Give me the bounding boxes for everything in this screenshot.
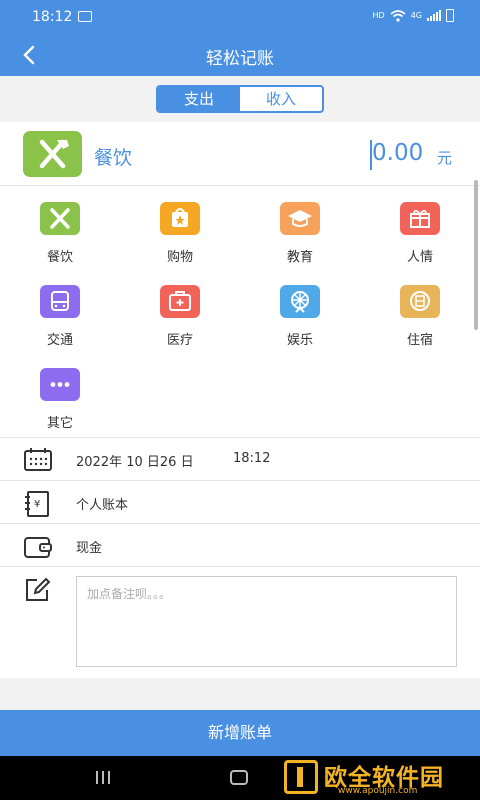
category-item-dining[interactable]: 餐饮 bbox=[0, 202, 120, 282]
category-label: 娱乐 bbox=[286, 333, 313, 348]
status-time: 18:12 bbox=[32, 9, 73, 25]
add-bill-button[interactable]: 新增账单 bbox=[0, 710, 480, 756]
category-label: 住宿 bbox=[406, 333, 433, 348]
payment-method-label: 现金 bbox=[76, 541, 103, 556]
scrollbar[interactable] bbox=[474, 180, 478, 330]
category-label: 医疗 bbox=[166, 333, 193, 348]
gift-icon bbox=[400, 202, 440, 235]
shopping-bag-icon bbox=[160, 202, 200, 235]
note-textarea[interactable]: 加点备注呗。。。 bbox=[76, 576, 457, 667]
amount-input[interactable]: 0.00 bbox=[372, 140, 423, 166]
category-label: 教育 bbox=[286, 250, 313, 265]
home-button[interactable] bbox=[230, 770, 248, 785]
svg-text:¥: ¥ bbox=[34, 499, 40, 510]
date-row[interactable]: 2022年 10 日26 日 18:12 bbox=[0, 437, 480, 480]
account-book-label: 个人账本 bbox=[76, 498, 129, 513]
tab-income[interactable]: 收入 bbox=[240, 87, 322, 111]
recents-button[interactable] bbox=[96, 771, 112, 784]
bus-icon bbox=[40, 285, 80, 318]
edit-icon bbox=[26, 577, 51, 601]
image-notification-icon bbox=[78, 11, 92, 22]
watermark-logo-icon bbox=[284, 760, 318, 794]
category-item-gifts[interactable]: 人情 bbox=[360, 202, 480, 282]
more-icon bbox=[40, 368, 80, 401]
status-bar: 18:12 HD 4G bbox=[0, 0, 480, 34]
category-item-lodging[interactable]: 住宿 bbox=[360, 285, 480, 365]
signal-type-label: 4G bbox=[410, 11, 422, 20]
category-label: 餐饮 bbox=[46, 250, 73, 265]
medical-kit-icon bbox=[160, 285, 200, 318]
ferris-wheel-icon bbox=[280, 285, 320, 318]
selected-category-name: 餐饮 bbox=[94, 147, 133, 169]
hd-label: HD bbox=[372, 11, 385, 20]
hotel-icon bbox=[400, 285, 440, 318]
wallet-icon bbox=[24, 537, 52, 558]
account-book-row[interactable]: ¥ 个人账本 bbox=[0, 480, 480, 523]
category-item-other[interactable]: 其它 bbox=[0, 368, 120, 448]
watermark-url: www.apoujin.com bbox=[338, 786, 418, 796]
signal-icon bbox=[427, 10, 441, 21]
category-label: 人情 bbox=[406, 250, 433, 265]
main-panel: 餐饮 0.00 元 餐饮 购物 教育 人情 交通 医疗 娱乐 住宿 其它 202… bbox=[0, 122, 480, 678]
date-value: 2022年 10 日26 日 bbox=[76, 455, 194, 470]
category-item-shopping[interactable]: 购物 bbox=[120, 202, 240, 282]
category-label: 购物 bbox=[166, 250, 193, 265]
watermark: 欧全软件园 www.apoujin.com bbox=[280, 756, 480, 800]
time-value: 18:12 bbox=[233, 451, 271, 466]
wifi-icon bbox=[390, 9, 406, 22]
category-item-education[interactable]: 教育 bbox=[240, 202, 360, 282]
type-toggle: 支出 收入 bbox=[156, 85, 324, 113]
tab-bar: 支出 收入 bbox=[0, 76, 480, 122]
status-icons: HD 4G bbox=[373, 9, 454, 22]
page-title: 轻松记账 bbox=[206, 49, 274, 69]
fork-knife-icon bbox=[40, 202, 80, 235]
app-header: 轻松记账 bbox=[0, 34, 480, 76]
category-label: 其它 bbox=[46, 416, 73, 431]
calendar-icon bbox=[24, 448, 52, 471]
payment-method-row[interactable]: 现金 bbox=[0, 523, 480, 566]
selected-category-row: 餐饮 0.00 元 bbox=[0, 122, 480, 186]
ledger-icon: ¥ bbox=[25, 491, 49, 517]
graduation-cap-icon bbox=[280, 202, 320, 235]
currency-unit: 元 bbox=[437, 149, 453, 167]
category-item-transport[interactable]: 交通 bbox=[0, 285, 120, 365]
category-label: 交通 bbox=[46, 333, 73, 348]
battery-icon bbox=[446, 9, 454, 22]
category-item-medical[interactable]: 医疗 bbox=[120, 285, 240, 365]
category-item-entertainment[interactable]: 娱乐 bbox=[240, 285, 360, 365]
fork-knife-icon bbox=[23, 131, 82, 177]
tab-expense[interactable]: 支出 bbox=[158, 87, 240, 111]
